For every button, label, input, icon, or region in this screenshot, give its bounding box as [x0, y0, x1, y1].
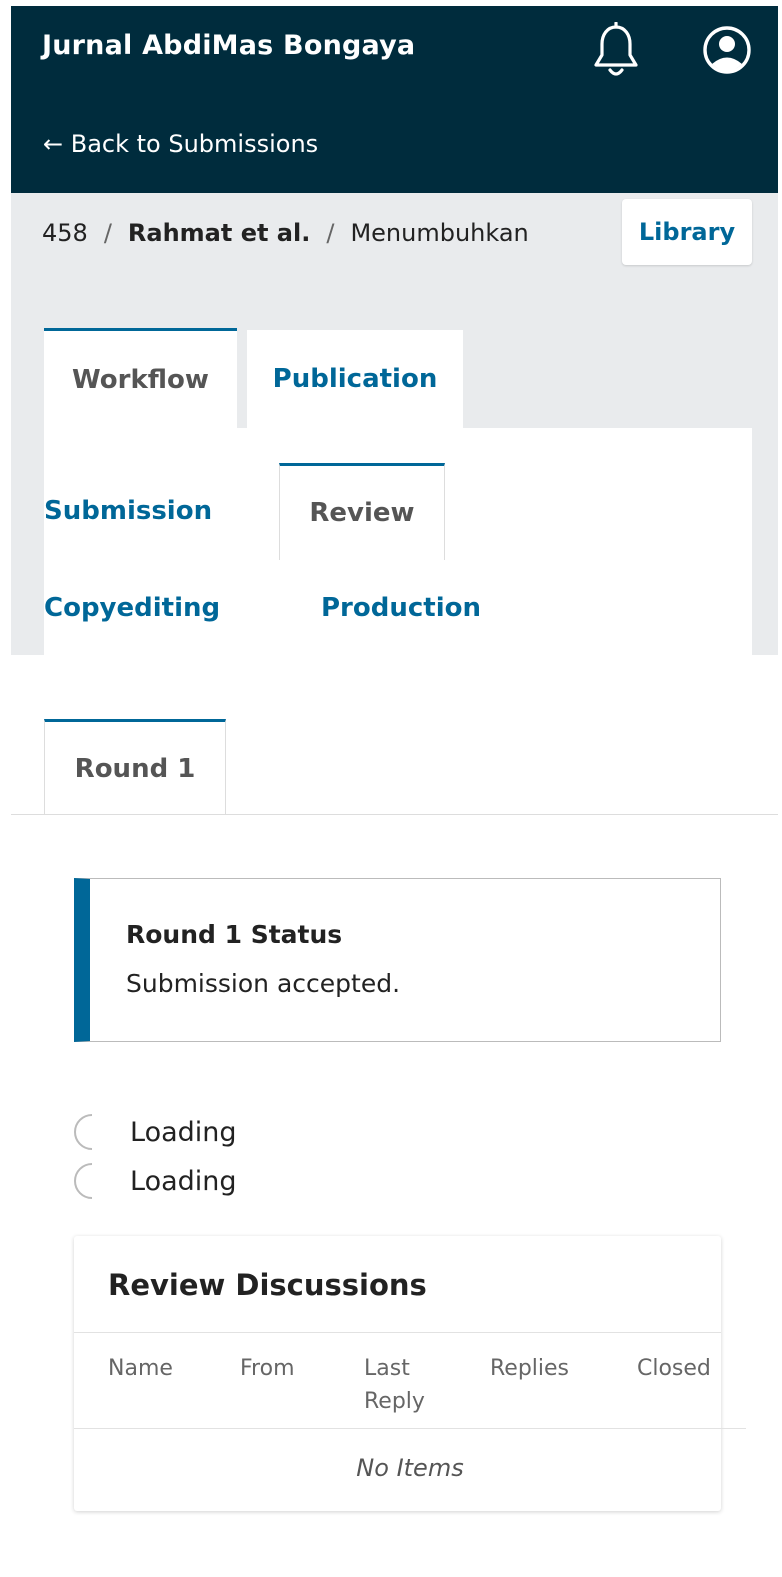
status-title: Round 1 Status	[126, 920, 343, 949]
column-header-from: From	[240, 1356, 295, 1381]
tab-production[interactable]: Production	[321, 583, 481, 633]
breadcrumb: 458 / Rahmat et al. / Menumbuhkan	[42, 219, 529, 247]
column-header-name: Name	[108, 1356, 173, 1381]
tab-submission[interactable]: Submission	[44, 486, 212, 536]
bell-icon[interactable]	[591, 22, 641, 78]
spinner-icon	[74, 1114, 93, 1150]
round-status-notice: Round 1 Status Submission accepted.	[74, 878, 721, 1042]
tab-publication[interactable]: Publication	[247, 330, 463, 428]
column-header-last-reply: Last Reply	[364, 1356, 425, 1414]
column-header-replies: Replies	[490, 1356, 570, 1381]
column-header-closed: Closed	[637, 1356, 711, 1381]
tab-review[interactable]: Review	[279, 463, 445, 560]
app-frame: Jurnal AbdiMas Bongaya ← Back to Submiss…	[11, 6, 778, 1577]
status-text: Submission accepted.	[126, 969, 401, 998]
empty-state-text: No Items	[356, 1454, 464, 1482]
loading-text: Loading	[130, 1116, 237, 1148]
loading-indicator: Loading	[74, 1113, 237, 1151]
discussions-title: Review Discussions	[108, 1268, 427, 1302]
loading-text: Loading	[130, 1165, 237, 1197]
tab-round-1[interactable]: Round 1	[44, 719, 226, 815]
review-discussions-grid: Review Discussions Name From Last Reply …	[74, 1236, 746, 1511]
user-account-icon[interactable]	[702, 25, 752, 75]
app-header: Jurnal AbdiMas Bongaya ← Back to Submiss…	[11, 6, 778, 193]
breadcrumb-separator: /	[326, 219, 335, 247]
tab-workflow[interactable]: Workflow	[44, 328, 237, 428]
spinner-icon	[74, 1163, 93, 1199]
breadcrumb-authors: Rahmat et al.	[127, 219, 311, 247]
back-to-submissions-link[interactable]: ← Back to Submissions	[43, 130, 318, 158]
breadcrumb-separator: /	[103, 219, 112, 247]
divider	[74, 1332, 721, 1333]
divider	[74, 1428, 746, 1429]
tab-copyediting[interactable]: Copyediting	[44, 583, 220, 633]
library-button[interactable]: Library	[622, 199, 752, 265]
app-title[interactable]: Jurnal AbdiMas Bongaya	[42, 30, 415, 61]
breadcrumb-id: 458	[42, 219, 88, 247]
breadcrumb-title: Menumbuhkan	[350, 219, 529, 247]
loading-indicator: Loading	[74, 1162, 237, 1200]
round-tabs-divider	[11, 814, 778, 815]
